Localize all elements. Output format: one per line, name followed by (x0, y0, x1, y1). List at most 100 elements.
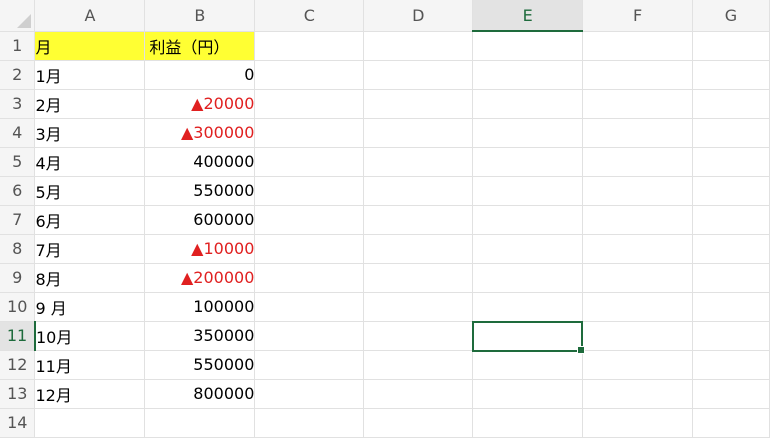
cell-b7[interactable]: 600000 (144, 204, 256, 235)
active-cell-e11[interactable] (472, 321, 585, 354)
row-header-3[interactable]: 3 (0, 89, 36, 119)
cell-b2[interactable]: 0 (144, 59, 256, 90)
cell-b6[interactable]: 550000 (144, 175, 256, 206)
cell-e3[interactable] (472, 89, 584, 119)
cell-c4[interactable] (254, 118, 365, 148)
cell-b8[interactable]: ▲10000 (144, 233, 256, 264)
cell-f13[interactable] (582, 379, 693, 409)
cell-a3[interactable]: 2月 (34, 88, 146, 119)
cell-d10[interactable] (363, 292, 474, 322)
cell-f10[interactable] (582, 292, 693, 322)
cell-b9[interactable]: ▲200000 (144, 262, 256, 293)
cell-a13[interactable]: 12月 (34, 378, 146, 409)
cell-c11[interactable] (254, 321, 365, 351)
cell-d12[interactable] (363, 350, 474, 380)
cell-a11[interactable]: 10月 (34, 320, 146, 351)
cell-e12[interactable] (472, 350, 584, 380)
cell-d9[interactable] (363, 263, 474, 293)
cell-g9[interactable] (692, 263, 770, 293)
cell-d3[interactable] (363, 89, 474, 119)
cell-c7[interactable] (254, 205, 365, 235)
cell-e9[interactable] (472, 263, 584, 293)
cell-b1[interactable]: 利益（円） (144, 30, 256, 61)
cell-c12[interactable] (254, 350, 365, 380)
cell-a9[interactable]: 8月 (34, 262, 146, 293)
cell-d5[interactable] (363, 147, 474, 177)
cell-d4[interactable] (363, 118, 474, 148)
row-header-8[interactable]: 8 (0, 234, 36, 264)
cell-f1[interactable] (582, 31, 693, 61)
cell-c3[interactable] (254, 89, 365, 119)
cell-a1[interactable]: 月 (34, 30, 146, 61)
cell-a4[interactable]: 3月 (34, 117, 146, 148)
cell-c5[interactable] (254, 147, 365, 177)
cell-e14[interactable] (472, 408, 584, 438)
cell-e10[interactable] (472, 292, 584, 322)
cell-e7[interactable] (472, 205, 584, 235)
cell-d13[interactable] (363, 379, 474, 409)
cell-e13[interactable] (472, 379, 584, 409)
cell-a10[interactable]: 9 月 (34, 291, 146, 322)
cell-g2[interactable] (692, 60, 770, 90)
cell-b4[interactable]: ▲300000 (144, 117, 256, 148)
cell-e4[interactable] (472, 118, 584, 148)
row-header-2[interactable]: 2 (0, 60, 36, 90)
cell-b13[interactable]: 800000 (144, 378, 256, 409)
cell-b10[interactable]: 100000 (144, 291, 256, 322)
cell-g14[interactable] (692, 408, 770, 438)
cell-b14[interactable] (144, 408, 256, 438)
cell-g10[interactable] (692, 292, 770, 322)
row-header-5[interactable]: 5 (0, 147, 36, 177)
row-header-14[interactable]: 14 (0, 408, 36, 438)
cell-g1[interactable] (692, 31, 770, 61)
row-header-10[interactable]: 10 (0, 292, 36, 322)
cell-a5[interactable]: 4月 (34, 146, 146, 177)
cell-a2[interactable]: 1月 (34, 59, 146, 90)
cell-g5[interactable] (692, 147, 770, 177)
cell-g8[interactable] (692, 234, 770, 264)
cell-g7[interactable] (692, 205, 770, 235)
cell-e2[interactable] (472, 60, 584, 90)
row-header-1[interactable]: 1 (0, 31, 36, 61)
cell-d11[interactable] (363, 321, 474, 351)
cell-e8[interactable] (472, 234, 584, 264)
cell-d7[interactable] (363, 205, 474, 235)
row-header-11[interactable]: 11 (0, 321, 36, 351)
cell-f6[interactable] (582, 176, 693, 206)
cell-f9[interactable] (582, 263, 693, 293)
row-header-9[interactable]: 9 (0, 263, 36, 293)
column-header-d[interactable]: D (363, 0, 474, 32)
row-header-7[interactable]: 7 (0, 205, 36, 235)
cell-c13[interactable] (254, 379, 365, 409)
cell-f11[interactable] (582, 321, 693, 351)
row-header-12[interactable]: 12 (0, 350, 36, 380)
cell-g4[interactable] (692, 118, 770, 148)
cell-c14[interactable] (254, 408, 365, 438)
cell-g3[interactable] (692, 89, 770, 119)
cell-g6[interactable] (692, 176, 770, 206)
cell-e1[interactable] (472, 31, 584, 61)
cell-g11[interactable] (692, 321, 770, 351)
cell-c2[interactable] (254, 60, 365, 90)
fill-handle[interactable] (577, 346, 585, 354)
cell-a8[interactable]: 7月 (34, 233, 146, 264)
cell-a14[interactable] (34, 408, 146, 438)
cell-b12[interactable]: 550000 (144, 349, 256, 380)
cell-d6[interactable] (363, 176, 474, 206)
cell-a7[interactable]: 6月 (34, 204, 146, 235)
cell-c8[interactable] (254, 234, 365, 264)
cell-c1[interactable] (254, 31, 365, 61)
column-header-b[interactable]: B (144, 0, 256, 32)
row-header-4[interactable]: 4 (0, 118, 36, 148)
cell-e5[interactable] (472, 147, 584, 177)
cell-c9[interactable] (254, 263, 365, 293)
row-header-13[interactable]: 13 (0, 379, 36, 409)
cell-f7[interactable] (582, 205, 693, 235)
column-header-g[interactable]: G (692, 0, 770, 32)
cell-b11[interactable]: 350000 (144, 320, 256, 351)
cell-c10[interactable] (254, 292, 365, 322)
cell-f3[interactable] (582, 89, 693, 119)
cell-d14[interactable] (363, 408, 474, 438)
column-header-f[interactable]: F (582, 0, 693, 32)
cell-b5[interactable]: 400000 (144, 146, 256, 177)
